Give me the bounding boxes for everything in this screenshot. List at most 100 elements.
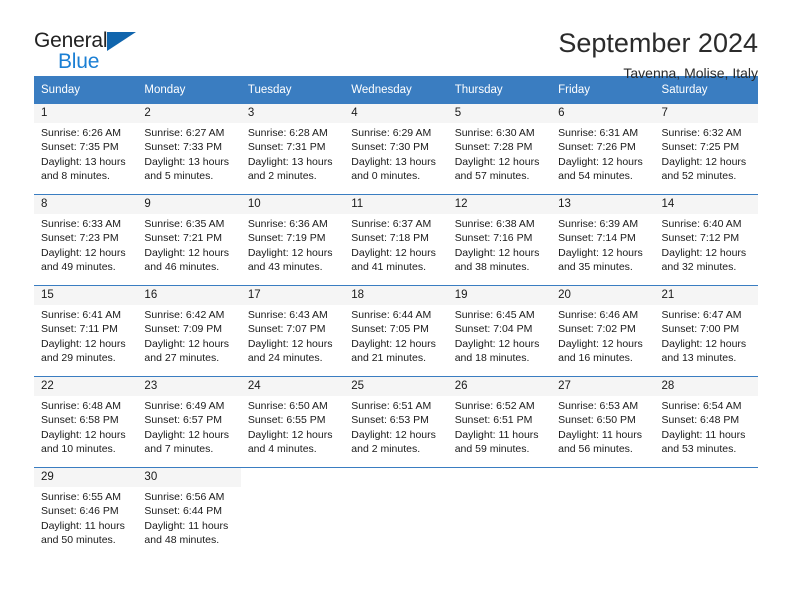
day-number: 23	[137, 377, 241, 396]
day-number: 18	[344, 286, 448, 305]
calendar-day-cell[interactable]: 27 Sunrise: 6:53 AM Sunset: 6:50 PM Dayligh…	[551, 376, 655, 468]
calendar-day-cell[interactable]: 14 Sunrise: 6:40 AM Sunset: 7:12 PM Dayligh…	[654, 194, 758, 286]
sunrise-text: Sunrise: 6:45 AM	[454, 309, 535, 321]
calendar-day-cell[interactable]: 17 Sunrise: 6:43 AM Sunset: 7:07 PM Dayligh…	[240, 285, 345, 377]
day-number: 27	[551, 377, 655, 396]
calendar-day-cell[interactable]: 2 Sunrise: 6:27 AM Sunset: 7:33 PM Daylight…	[137, 104, 241, 195]
calendar-page: General Blue September 2024 Tavenna, Mol…	[0, 0, 792, 612]
calendar-day-cell[interactable]: 6 Sunrise: 6:31 AM Sunset: 7:26 PM Daylight…	[551, 104, 655, 195]
calendar-day-cell[interactable]: 7 Sunrise: 6:32 AM Sunset: 7:25 PM Daylight…	[654, 104, 758, 195]
daylight-text: Daylight: 11 hours and 53 minutes.	[661, 428, 746, 456]
daylight-text: Daylight: 12 hours and 32 minutes.	[661, 246, 747, 274]
day-details: Sunrise: 6:39 AM Sunset: 7:14 PM Daylight:…	[551, 214, 654, 275]
calendar-day-cell[interactable]: 5 Sunrise: 6:30 AM Sunset: 7:28 PM Daylight…	[447, 104, 552, 195]
daylight-text: Daylight: 12 hours and 4 minutes.	[247, 428, 333, 456]
logo-triangle-icon	[107, 32, 136, 51]
sunset-text: Sunset: 7:14 PM	[558, 232, 636, 245]
calendar-day-cell[interactable]: 22 Sunrise: 6:48 AM Sunset: 6:58 PM Dayligh…	[34, 376, 138, 468]
daylight-text: Daylight: 12 hours and 24 minutes.	[247, 337, 333, 365]
calendar-day-cell[interactable]: 3 Sunrise: 6:28 AM Sunset: 7:31 PM Daylight…	[240, 104, 345, 195]
sunset-text: Sunset: 7:16 PM	[454, 232, 533, 245]
day-number: 5	[447, 104, 552, 123]
calendar-day-cell[interactable]: 16 Sunrise: 6:42 AM Sunset: 7:09 PM Dayligh…	[137, 285, 241, 377]
calendar-day-cell[interactable]: 11 Sunrise: 6:37 AM Sunset: 7:18 PM Dayligh…	[344, 194, 448, 286]
sunrise-text: Sunrise: 6:55 AM	[41, 491, 121, 503]
sunrise-text: Sunrise: 6:42 AM	[144, 309, 225, 321]
day-number: 15	[34, 286, 138, 305]
sunrise-text: Sunrise: 6:54 AM	[661, 400, 742, 412]
sunset-text: Sunset: 6:50 PM	[558, 414, 636, 427]
day-details: Sunrise: 6:38 AM Sunset: 7:16 PM Daylight:…	[448, 214, 551, 275]
calendar-day-cell[interactable]: 8 Sunrise: 6:33 AM Sunset: 7:23 PM Daylight…	[34, 194, 138, 286]
day-number: 30	[137, 468, 241, 487]
daylight-text: Daylight: 12 hours and 21 minutes.	[351, 337, 436, 365]
day-number: 3	[240, 104, 345, 123]
calendar-day-cell[interactable]: 25 Sunrise: 6:51 AM Sunset: 6:53 PM Dayligh…	[344, 376, 448, 468]
calendar-week-row: 29 Sunrise: 6:55 AM Sunset: 6:46 PM Dayligh…	[34, 467, 758, 558]
day-number: 19	[447, 286, 552, 305]
daylight-text: Daylight: 11 hours and 48 minutes.	[144, 519, 229, 547]
sunrise-text: Sunrise: 6:47 AM	[661, 309, 742, 321]
calendar-day-cell[interactable]: 19 Sunrise: 6:45 AM Sunset: 7:04 PM Dayligh…	[447, 285, 552, 377]
day-details: Sunrise: 6:53 AM Sunset: 6:50 PM Daylight:…	[551, 396, 654, 457]
daylight-text: Daylight: 12 hours and 35 minutes.	[558, 246, 643, 274]
calendar-day-cell[interactable]: 9 Sunrise: 6:35 AM Sunset: 7:21 PM Daylight…	[137, 194, 241, 286]
daylight-text: Daylight: 13 hours and 0 minutes.	[351, 155, 436, 183]
calendar-day-cell[interactable]: 13 Sunrise: 6:39 AM Sunset: 7:14 PM Dayligh…	[551, 194, 655, 286]
day-number: 21	[654, 286, 758, 305]
sunrise-text: Sunrise: 6:31 AM	[558, 127, 639, 139]
day-details: Sunrise: 6:54 AM Sunset: 6:48 PM Daylight:…	[655, 396, 758, 457]
calendar-day-cell-empty	[240, 467, 345, 558]
calendar-day-cell[interactable]: 24 Sunrise: 6:50 AM Sunset: 6:55 PM Dayligh…	[240, 376, 345, 468]
sunrise-text: Sunrise: 6:39 AM	[558, 218, 639, 230]
day-number: 28	[654, 377, 758, 396]
sunset-text: Sunset: 7:00 PM	[661, 323, 740, 336]
daylight-text: Daylight: 11 hours and 59 minutes.	[454, 428, 539, 456]
weekday-header-tuesday: Tuesday	[240, 76, 345, 104]
day-number: 2	[137, 104, 241, 123]
day-number: 12	[447, 195, 552, 214]
calendar-day-cell[interactable]: 30 Sunrise: 6:56 AM Sunset: 6:44 PM Dayligh…	[137, 467, 241, 558]
sunset-text: Sunset: 7:31 PM	[247, 141, 326, 154]
sunset-text: Sunset: 7:35 PM	[41, 141, 119, 154]
sunset-text: Sunset: 7:23 PM	[41, 232, 119, 245]
calendar-week-row: 1 Sunrise: 6:26 AM Sunset: 7:35 PM Daylight…	[34, 104, 758, 195]
daylight-text: Daylight: 11 hours and 50 minutes.	[41, 519, 125, 547]
sunset-text: Sunset: 7:18 PM	[351, 232, 429, 245]
daylight-text: Daylight: 12 hours and 18 minutes.	[454, 337, 540, 365]
day-number: 4	[344, 104, 448, 123]
sunrise-text: Sunrise: 6:35 AM	[144, 218, 225, 230]
calendar-day-cell[interactable]: 23 Sunrise: 6:49 AM Sunset: 6:57 PM Dayligh…	[137, 376, 241, 468]
calendar-day-cell[interactable]: 18 Sunrise: 6:44 AM Sunset: 7:05 PM Dayligh…	[344, 285, 448, 377]
day-number	[240, 468, 345, 487]
calendar-day-cell[interactable]: 12 Sunrise: 6:38 AM Sunset: 7:16 PM Dayligh…	[447, 194, 552, 286]
sunrise-text: Sunrise: 6:48 AM	[41, 400, 121, 412]
calendar-day-cell[interactable]: 21 Sunrise: 6:47 AM Sunset: 7:00 PM Dayligh…	[654, 285, 758, 377]
sunrise-text: Sunrise: 6:50 AM	[247, 400, 328, 412]
calendar-day-cell[interactable]: 29 Sunrise: 6:55 AM Sunset: 6:46 PM Dayligh…	[34, 467, 138, 558]
day-number: 11	[344, 195, 448, 214]
calendar-day-cell[interactable]: 28 Sunrise: 6:54 AM Sunset: 6:48 PM Dayligh…	[654, 376, 758, 468]
calendar-day-cell[interactable]: 1 Sunrise: 6:26 AM Sunset: 7:35 PM Daylight…	[34, 104, 138, 195]
calendar-day-cell[interactable]: 15 Sunrise: 6:41 AM Sunset: 7:11 PM Dayligh…	[34, 285, 138, 377]
weekday-header-sunday: Sunday	[34, 76, 138, 104]
calendar-day-cell[interactable]: 20 Sunrise: 6:46 AM Sunset: 7:02 PM Dayligh…	[551, 285, 655, 377]
sunset-text: Sunset: 6:58 PM	[41, 414, 119, 427]
calendar-day-cell[interactable]: 10 Sunrise: 6:36 AM Sunset: 7:19 PM Dayligh…	[240, 194, 345, 286]
day-details: Sunrise: 6:46 AM Sunset: 7:02 PM Daylight:…	[551, 305, 654, 366]
general-blue-logo[interactable]: General Blue	[34, 28, 144, 76]
day-details: Sunrise: 6:42 AM Sunset: 7:09 PM Daylight:…	[137, 305, 240, 366]
sunrise-text: Sunrise: 6:27 AM	[144, 127, 225, 139]
daylight-text: Daylight: 12 hours and 38 minutes.	[454, 246, 540, 274]
sunset-text: Sunset: 7:28 PM	[454, 141, 533, 154]
sunrise-text: Sunrise: 6:30 AM	[454, 127, 535, 139]
calendar-day-cell[interactable]: 4 Sunrise: 6:29 AM Sunset: 7:30 PM Daylight…	[344, 104, 448, 195]
page-header: General Blue September 2024 Tavenna, Mol…	[34, 0, 758, 81]
calendar-day-cell[interactable]: 26 Sunrise: 6:52 AM Sunset: 6:51 PM Dayligh…	[447, 376, 552, 468]
day-details: Sunrise: 6:33 AM Sunset: 7:23 PM Daylight:…	[34, 214, 137, 275]
day-details: Sunrise: 6:27 AM Sunset: 7:33 PM Daylight:…	[137, 123, 240, 184]
day-number	[551, 468, 655, 487]
day-number: 29	[34, 468, 138, 487]
day-number: 26	[447, 377, 552, 396]
sunset-text: Sunset: 7:05 PM	[351, 323, 429, 336]
